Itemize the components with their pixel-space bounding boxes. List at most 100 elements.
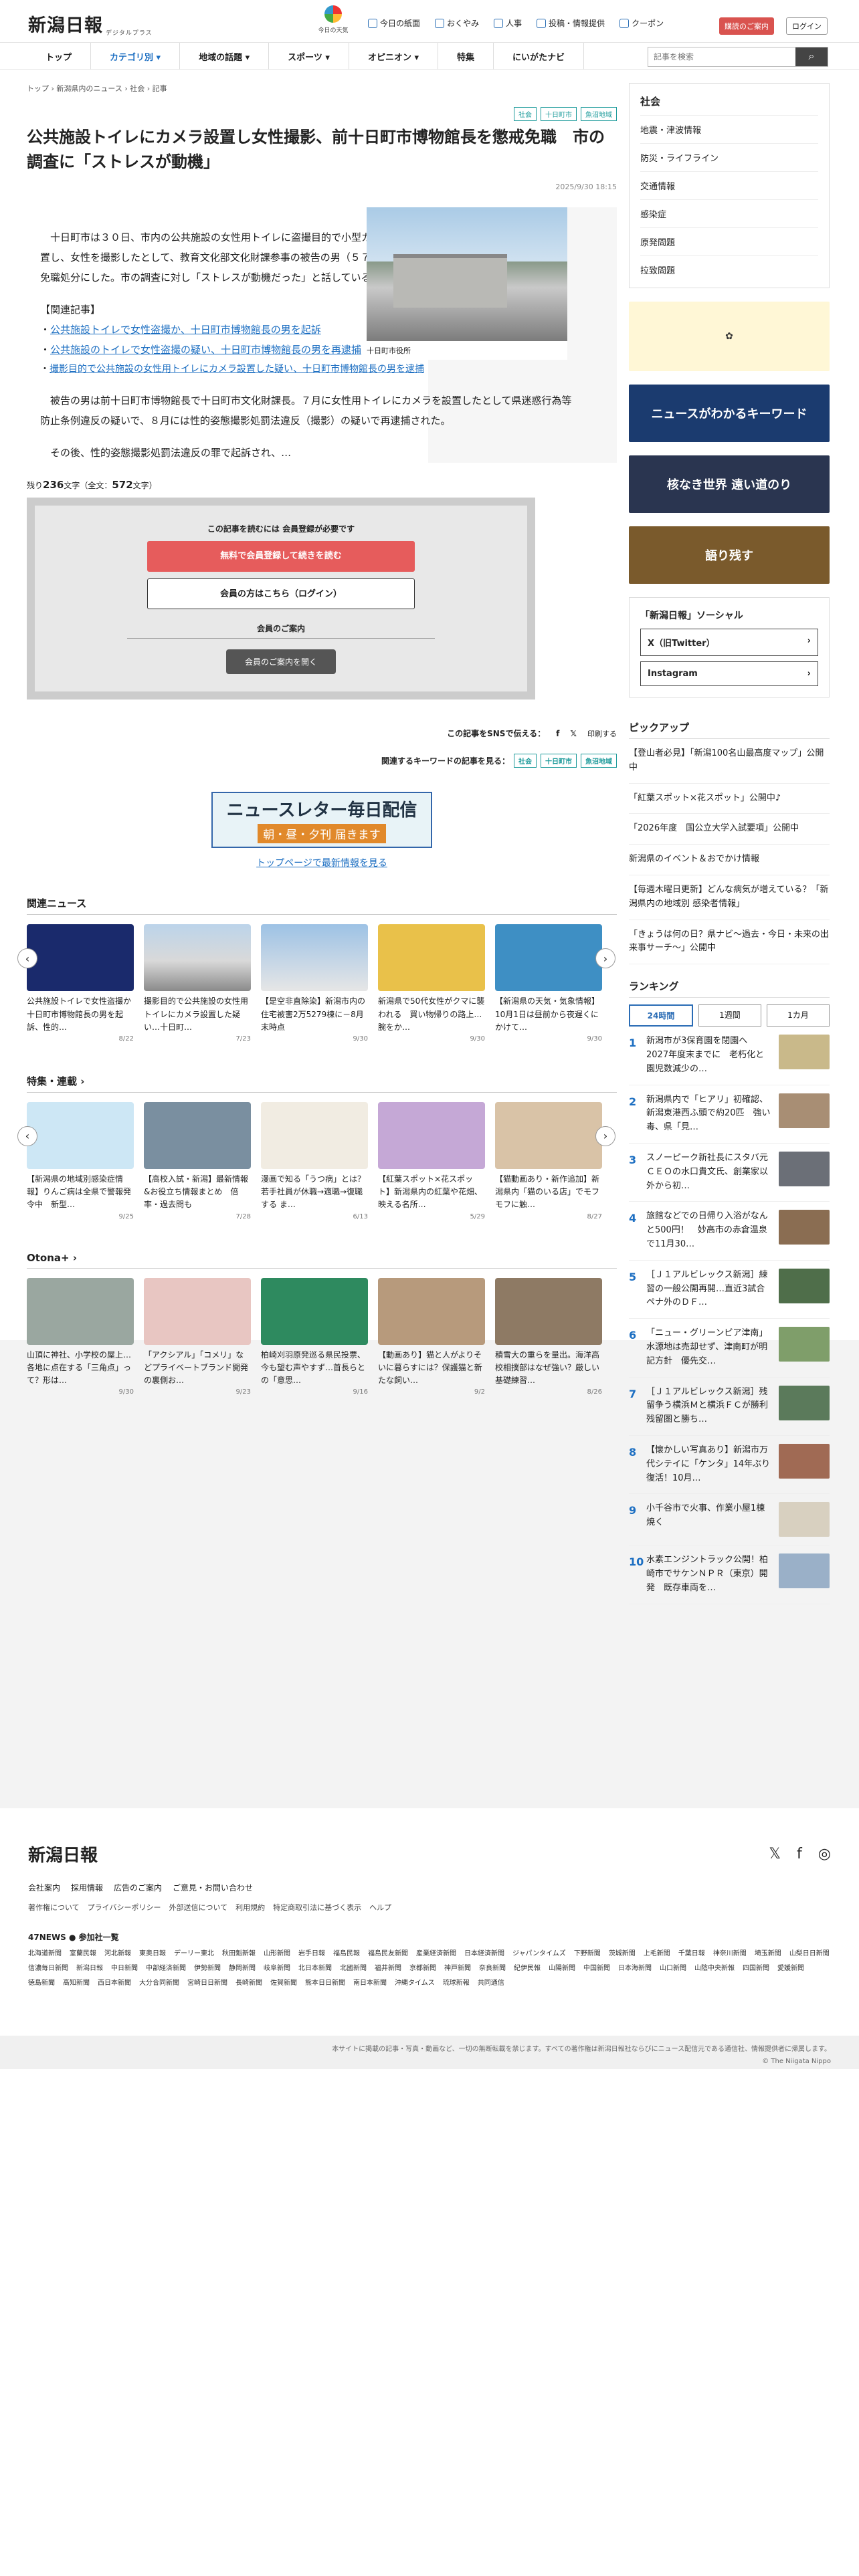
ranking-item[interactable]: 3 スノーピーク新社長にスタバ元ＣＥＯの水口貴文氏、創業家以外から初…	[629, 1144, 830, 1202]
pickup-item[interactable]: 「きょうは何の日？県ナビ～過去・今日・未来の出来事サーチ～」公開中	[629, 920, 830, 965]
category-link[interactable]: 感染症	[640, 199, 818, 227]
partner-paper-link[interactable]: 静岡新聞	[229, 1963, 256, 1974]
partner-paper-link[interactable]: 埼玉新聞	[755, 1949, 781, 1959]
tab-24h[interactable]: 24時間	[629, 1004, 693, 1027]
partner-paper-link[interactable]: 岐阜新聞	[264, 1963, 290, 1974]
partner-paper-link[interactable]: 福井新聞	[375, 1963, 401, 1974]
partner-paper-link[interactable]: 北日本新聞	[298, 1963, 332, 1974]
top-page-link[interactable]: トップページで最新情報を見る	[27, 856, 617, 869]
x-icon[interactable]: 𝕏	[769, 1846, 781, 1862]
footer-link[interactable]: 特定商取引法に基づく表示	[273, 1902, 361, 1913]
ranking-item[interactable]: 10 水素エンジントラック公開！柏崎市でサケンＮＰＲ（東京）開発 既存車両を…	[629, 1545, 830, 1604]
partner-paper-link[interactable]: 南日本新聞	[353, 1978, 387, 1989]
47news-heading[interactable]: 47NEWS ● 参加社一覧	[28, 1931, 119, 1943]
category-link[interactable]: 原発問題	[640, 227, 818, 255]
ranking-item[interactable]: 5 ［Ｊ１アルビレックス新潟］練習の一般公開再開…直近3試合ペナ外のＤＦ…	[629, 1261, 830, 1319]
partner-paper-link[interactable]: 岩手日報	[298, 1949, 325, 1959]
pickup-item[interactable]: 【登山者必見】「新潟100名山最高度マップ」公開中	[629, 739, 830, 784]
partner-paper-link[interactable]: 琉球新報	[443, 1978, 470, 1989]
partner-paper-link[interactable]: 紀伊民報	[514, 1963, 541, 1974]
partner-paper-link[interactable]: 山口新聞	[660, 1963, 686, 1974]
related-link[interactable]: ・公共施設トイレで女性盗撮か、十日町市博物館長の男を起訴	[40, 320, 415, 340]
tab-1week[interactable]: 1週間	[698, 1004, 761, 1027]
x-follow-button[interactable]: X（旧Twitter） ›	[640, 629, 818, 656]
partner-paper-link[interactable]: 長崎新聞	[235, 1978, 262, 1989]
article-photo[interactable]: 十日町市役所	[367, 207, 567, 360]
header-link-paper[interactable]: 今日の紙面	[368, 17, 420, 29]
partner-paper-link[interactable]: 山陰中央新報	[694, 1963, 735, 1974]
category-link[interactable]: 交通情報	[640, 171, 818, 199]
facebook-icon[interactable]: f	[797, 1846, 802, 1862]
partner-paper-link[interactable]: 神奈川新聞	[713, 1949, 747, 1959]
nav-sports[interactable]: スポーツ ▾	[269, 43, 349, 70]
partner-paper-link[interactable]: 宮崎日日新聞	[187, 1978, 227, 1989]
partner-paper-link[interactable]: 新潟日報	[76, 1963, 103, 1974]
partner-paper-link[interactable]: 産業経済新聞	[416, 1949, 456, 1959]
weather-link[interactable]: 今日の天気	[312, 5, 355, 34]
partner-paper-link[interactable]: 東奥日報	[139, 1949, 166, 1959]
partner-paper-link[interactable]: 西日本新聞	[98, 1978, 131, 1989]
tag-uonuma[interactable]: 魚沼地域	[581, 107, 617, 121]
partner-paper-link[interactable]: デーリー東北	[174, 1949, 214, 1959]
header-link-coupon[interactable]: クーポン	[619, 17, 664, 29]
partner-paper-link[interactable]: 高知新聞	[63, 1978, 90, 1989]
partner-paper-link[interactable]: 日本海新聞	[618, 1963, 652, 1974]
tab-1month[interactable]: 1カ月	[767, 1004, 830, 1027]
otona-heading[interactable]: Otona+ ›	[27, 1252, 617, 1269]
header-link-obituary[interactable]: おくやみ	[435, 17, 479, 29]
guide-button[interactable]: 会員のご案内を開く	[225, 649, 336, 675]
partner-paper-link[interactable]: 中日新聞	[111, 1963, 138, 1974]
nav-region[interactable]: 地域の話題 ▾	[180, 43, 270, 70]
feature-card[interactable]: 漫画で知る「うつ病」とは？ 若手社員が休職→適職→復職する ま… 6/13	[261, 1101, 368, 1222]
carousel-prev-button[interactable]: ‹	[17, 1125, 37, 1146]
partner-paper-link[interactable]: 福島民友新聞	[368, 1949, 408, 1959]
carousel-next-button[interactable]: ›	[595, 1125, 615, 1146]
related-link[interactable]: ・撮影目的で公共施設の女性用トイレにカメラ設置した疑い、十日町市博物館長の男を逮…	[40, 360, 575, 379]
feature-card[interactable]: 【高校入試・新潟】最新情報&お役立ち情報まとめ 倍率・過去問も 7/28	[144, 1101, 251, 1222]
partner-paper-link[interactable]: 北海道新聞	[28, 1949, 62, 1959]
feature-card[interactable]: 【猫動画あり・新作追加】新潟県内「猫のいる店」でモフモフに触… 8/27	[495, 1101, 602, 1222]
footer-link[interactable]: 利用規約	[235, 1902, 265, 1913]
footer-link[interactable]: 外部送信について	[169, 1902, 227, 1913]
header-link-personnel[interactable]: 人事	[494, 17, 522, 29]
partner-paper-link[interactable]: 共同通信	[478, 1978, 504, 1989]
category-link[interactable]: 拉致問題	[640, 255, 818, 284]
partner-paper-link[interactable]: 佐賀新聞	[270, 1978, 297, 1989]
search-button[interactable]: ⌕	[795, 47, 828, 66]
nav-top[interactable]: トップ	[27, 43, 92, 70]
banner-clearfile[interactable]: ✿	[629, 302, 830, 371]
ranking-item[interactable]: 7 ［Ｊ１アルビレックス新潟］残留争う横浜Ｍと横浜ＦＣが勝利 残留圏と勝ち…	[629, 1378, 830, 1436]
ranking-item[interactable]: 1 新潟市が3保育園を閉園へ 2027年度末までに 老朽化と園児数減少の…	[629, 1027, 830, 1085]
nav-opinion[interactable]: オピニオン ▾	[349, 43, 438, 70]
footer-link[interactable]: 広告のご案内	[114, 1882, 162, 1893]
otona-card[interactable]: 積雪大の重らを量出。海洋高校相撲部はなぜ強い？厳しい基礎練習… 8/26	[495, 1277, 602, 1398]
news-card[interactable]: 公共施設トイレで女性盗撮か 十日町市博物館長の男を起訴、性的… 8/22	[27, 924, 139, 1045]
features-heading[interactable]: 特集・連載 ›	[27, 1074, 617, 1093]
partner-paper-link[interactable]: 北國新聞	[340, 1963, 367, 1974]
carousel-next-button[interactable]: ›	[595, 948, 615, 969]
partner-paper-link[interactable]: 中部経済新聞	[146, 1963, 186, 1974]
partner-paper-link[interactable]: 四国新聞	[743, 1963, 769, 1974]
tag-tokamachi[interactable]: 十日町市	[541, 107, 577, 121]
ranking-item[interactable]: 8 【懐かしい写真あり】新潟市万代シテイに「ケンタ」14年ぶり復活！10月…	[629, 1436, 830, 1495]
instagram-icon[interactable]: ◎	[818, 1846, 831, 1862]
ranking-item[interactable]: 6 「ニュー・グリーンピア津南」水源地は売却せず、津南町が明記方針 優先交…	[629, 1319, 830, 1378]
otona-card[interactable]: 山頂に神社、小学校の屋上…各地に点在する「三角点」って？形は… 9/30	[27, 1277, 134, 1398]
partner-paper-link[interactable]: 信濃毎日新聞	[28, 1963, 68, 1974]
footer-logo[interactable]: 新潟日報	[28, 1842, 98, 1866]
partner-paper-link[interactable]: 下野新聞	[574, 1949, 601, 1959]
newsletter-banner[interactable]: ニュースレター毎日配信 朝・昼・夕刊 届きます	[211, 792, 432, 849]
partner-paper-link[interactable]: 日本経済新聞	[464, 1949, 504, 1959]
news-card[interactable]: 撮影目的で公共施設の女性用トイレにカメラ設置した疑い…十日町… 7/23	[144, 924, 251, 1045]
partner-paper-link[interactable]: 伊勢新聞	[194, 1963, 221, 1974]
header-link-submit[interactable]: 投稿・情報提供	[537, 17, 605, 29]
partner-paper-link[interactable]: 中国新聞	[583, 1963, 610, 1974]
partner-paper-link[interactable]: 沖縄タイムス	[395, 1978, 435, 1989]
x-icon[interactable]: 𝕏	[570, 729, 577, 738]
login-button[interactable]: ログイン	[786, 17, 828, 35]
footer-link[interactable]: ヘルプ	[369, 1902, 391, 1913]
news-card[interactable]: 新潟県で50代女性がクマに襲われる 買い物帰りの路上…腕をか… 9/30	[378, 924, 485, 1045]
partner-paper-link[interactable]: 山形新聞	[264, 1949, 290, 1959]
banner-kataru[interactable]: 語り残す	[629, 526, 830, 584]
breadcrumb[interactable]: トップ › 新潟県内のニュース › 社会 › 記事	[27, 83, 617, 94]
